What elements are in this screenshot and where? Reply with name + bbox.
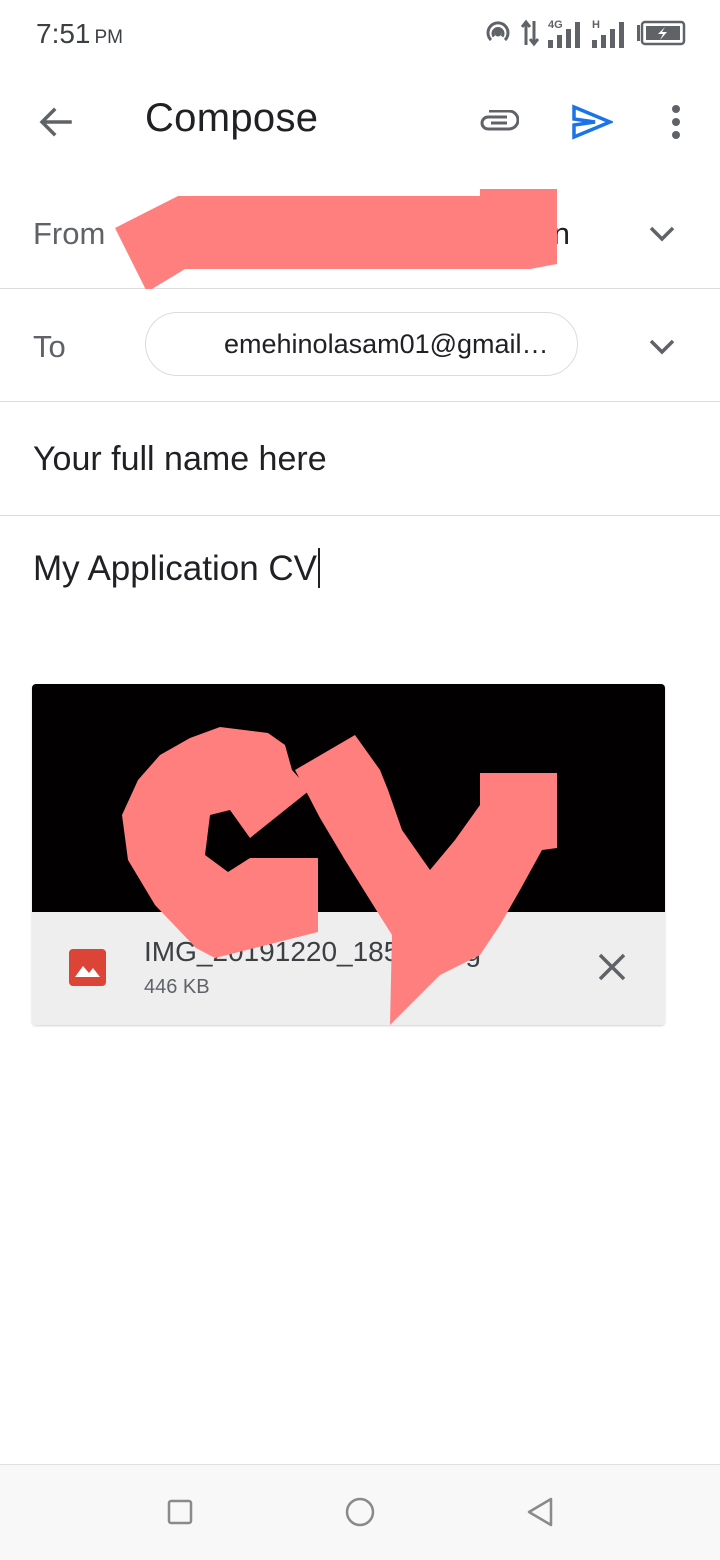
data-transfer-icon bbox=[520, 19, 540, 47]
signal-4g-label: 4G bbox=[548, 19, 563, 31]
redaction-mark bbox=[115, 189, 557, 289]
to-expand-button[interactable] bbox=[642, 327, 682, 367]
recent-apps-button[interactable] bbox=[155, 1487, 205, 1537]
nav-back-button[interactable] bbox=[515, 1487, 565, 1537]
status-bar: 7:51 PM 4G H bbox=[0, 0, 720, 68]
more-vert-icon bbox=[672, 105, 680, 139]
home-button[interactable] bbox=[335, 1487, 385, 1537]
signal-h-icon: H bbox=[592, 19, 624, 48]
from-expand-button[interactable] bbox=[642, 214, 682, 254]
send-button[interactable] bbox=[564, 94, 620, 150]
back-arrow-icon bbox=[39, 107, 72, 137]
to-label: To bbox=[33, 329, 66, 364]
app-bar: Compose bbox=[0, 68, 720, 176]
hotspot-icon bbox=[486, 21, 510, 42]
attachment-file-name-end: g bbox=[465, 936, 481, 967]
status-time: 7:51 PM bbox=[36, 18, 123, 50]
recipient-email: emehinolasam01@gmail… bbox=[224, 328, 549, 359]
attachment-preview[interactable] bbox=[32, 684, 665, 912]
attachment-file-name: IMG_20191220_185 g bbox=[144, 936, 481, 968]
attachment-file-size: 446 KB bbox=[144, 976, 210, 998]
home-icon bbox=[345, 1497, 375, 1527]
nav-back-icon bbox=[527, 1497, 553, 1527]
attachment-footer: IMG_20191220_185 g 446 KB bbox=[32, 912, 665, 1025]
more-options-button[interactable] bbox=[650, 94, 702, 150]
send-icon bbox=[572, 104, 613, 140]
recent-apps-icon bbox=[167, 1499, 193, 1525]
attachment-file-name-start: IMG_20191220_185 bbox=[144, 936, 400, 967]
subject-value: Your full name here bbox=[33, 440, 327, 478]
battery-charging-icon bbox=[637, 20, 686, 46]
status-time-ampm: PM bbox=[94, 27, 124, 48]
body-text: My Application CV bbox=[33, 549, 318, 588]
from-row[interactable]: From n bbox=[0, 176, 720, 289]
from-value: n bbox=[552, 216, 570, 251]
image-file-icon bbox=[69, 949, 106, 986]
page-title: Compose bbox=[145, 96, 319, 140]
paperclip-icon bbox=[480, 110, 519, 131]
status-time-value: 7:51 bbox=[36, 18, 91, 49]
signal-h-label: H bbox=[592, 19, 600, 31]
signal-4g-icon: 4G bbox=[548, 19, 580, 48]
chevron-down-icon bbox=[649, 339, 675, 355]
from-label: From bbox=[33, 216, 106, 251]
attachment-card[interactable]: IMG_20191220_185 g 446 KB bbox=[32, 684, 665, 1025]
remove-attachment-button[interactable] bbox=[587, 942, 637, 992]
attach-button[interactable] bbox=[470, 94, 526, 150]
to-row: To emehinolasam01@gmail… bbox=[0, 289, 720, 402]
text-cursor bbox=[318, 548, 321, 588]
chevron-down-icon bbox=[649, 226, 675, 242]
status-icons: 4G H bbox=[484, 16, 686, 50]
back-button[interactable] bbox=[28, 94, 84, 150]
compose-body[interactable]: My Application CV bbox=[33, 548, 321, 589]
close-icon bbox=[598, 953, 626, 981]
subject-field[interactable]: Your full name here bbox=[0, 402, 720, 516]
recipient-chip[interactable]: emehinolasam01@gmail… bbox=[145, 312, 578, 376]
system-nav-bar bbox=[0, 1464, 720, 1560]
